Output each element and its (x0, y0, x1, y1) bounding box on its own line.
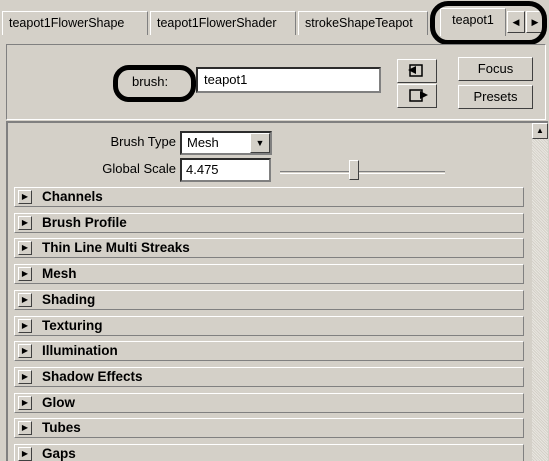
tab-stroke-shape-teapot[interactable]: strokeShapeTeapot (298, 11, 428, 35)
triangle-right-icon[interactable]: ▶ (18, 344, 32, 359)
tab-teapot1-flower-shape[interactable]: teapot1FlowerShape (2, 11, 148, 35)
global-scale-field[interactable]: 4.475 (180, 158, 271, 182)
select-node-button[interactable] (397, 59, 437, 83)
global-scale-label: Global Scale (102, 161, 176, 176)
section-shading[interactable]: ▶ Shading (14, 289, 524, 310)
section-label: Texturing (42, 317, 103, 333)
section-label: Gaps (42, 446, 76, 461)
section-channels[interactable]: ▶ Channels (14, 187, 524, 207)
triangle-right-icon[interactable]: ▶ (18, 447, 32, 461)
copy-tab-icon (409, 89, 428, 102)
triangle-right-icon[interactable]: ▶ (18, 421, 32, 436)
tab-label: strokeShapeTeapot (305, 16, 413, 30)
copy-tab-button[interactable] (397, 84, 437, 108)
section-label: Tubes (42, 420, 81, 436)
global-scale-slider-thumb[interactable] (349, 160, 360, 180)
presets-button[interactable]: Presets (458, 85, 533, 109)
section-shadow-effects[interactable]: ▶ Shadow Effects (14, 366, 524, 387)
section-label: Shadow Effects (42, 368, 143, 384)
section-brush-profile[interactable]: ▶ Brush Profile (14, 212, 524, 233)
section-tubes[interactable]: ▶ Tubes (14, 418, 524, 439)
section-gaps[interactable]: ▶ Gaps (14, 444, 524, 461)
focus-button[interactable]: Focus (458, 57, 533, 81)
section-texturing[interactable]: ▶ Texturing (14, 315, 524, 336)
section-label: Brush Profile (42, 214, 127, 230)
brush-type-value: Mesh (187, 135, 219, 150)
section-glow[interactable]: ▶ Glow (14, 392, 524, 413)
annotation-circle-brush (113, 65, 196, 102)
tab-label: teapot1FlowerShape (9, 16, 125, 30)
triangle-right-icon[interactable]: ▶ (18, 190, 32, 204)
section-label: Glow (42, 394, 75, 410)
triangle-right-icon[interactable]: ▶ (18, 267, 32, 282)
triangle-right-icon[interactable]: ▶ (18, 215, 32, 230)
section-thin-line-multi-streaks[interactable]: ▶ Thin Line Multi Streaks (14, 238, 524, 259)
annotation-circle-tab (430, 1, 547, 45)
tab-label: teapot1FlowerShader (157, 16, 277, 30)
triangle-right-icon[interactable]: ▶ (18, 369, 32, 384)
brush-name-field[interactable]: teapot1 (196, 67, 381, 93)
triangle-right-icon[interactable]: ▶ (18, 395, 32, 410)
triangle-right-icon[interactable]: ▶ (18, 292, 32, 307)
triangle-right-icon[interactable]: ▶ (18, 241, 32, 256)
global-scale-slider-track[interactable] (280, 171, 445, 174)
brush-type-label: Brush Type (110, 134, 176, 149)
section-label: Illumination (42, 343, 118, 359)
section-illumination[interactable]: ▶ Illumination (14, 341, 524, 362)
chevron-down-icon: ▼ (250, 133, 270, 153)
section-mesh[interactable]: ▶ Mesh (14, 264, 524, 285)
triangle-up-icon: ▲ (536, 126, 544, 135)
scroll-up-button[interactable]: ▲ (532, 123, 548, 139)
tab-bar: teapot1FlowerShape teapot1FlowerShader s… (0, 0, 549, 45)
vertical-scrollbar[interactable]: ▲ (532, 123, 548, 461)
tab-teapot1-flower-shader[interactable]: teapot1FlowerShader (150, 11, 296, 35)
brush-type-dropdown[interactable]: Mesh ▼ (180, 131, 272, 155)
section-label: Channels (42, 189, 103, 204)
section-label: Shading (42, 291, 96, 307)
section-label: Mesh (42, 266, 77, 282)
triangle-right-icon[interactable]: ▶ (18, 318, 32, 333)
section-label: Thin Line Multi Streaks (42, 240, 190, 256)
select-node-icon (408, 64, 423, 77)
